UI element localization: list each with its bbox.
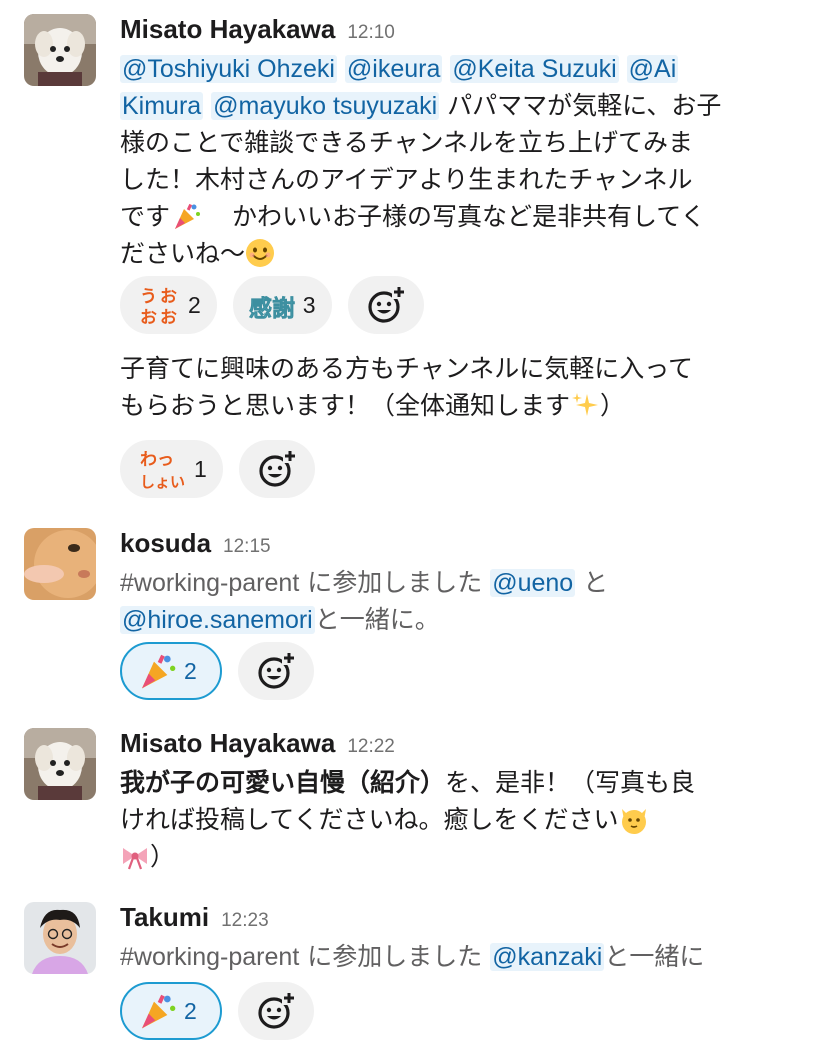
reaction-count: 1	[194, 455, 207, 482]
author-name[interactable]: kosuda	[120, 528, 211, 559]
mention[interactable]: @ueno	[490, 569, 576, 597]
channel-link[interactable]: #working-parent	[120, 943, 299, 971]
add-reaction-button[interactable]	[238, 440, 315, 498]
text-segment: に参加しました	[307, 568, 483, 597]
timestamp[interactable]: 12:10	[347, 22, 395, 44]
text-segment: もらおうと思います！（全体通知します	[120, 391, 571, 420]
cat-face-icon	[621, 809, 646, 834]
reaction-count: 2	[188, 291, 201, 318]
text-segment: ださいね〜	[120, 239, 246, 268]
system-message: #working-parent に参加しました @kanzakiと一緒に	[120, 938, 810, 975]
timestamp[interactable]: 12:23	[221, 910, 269, 932]
person-avatar-icon	[24, 902, 96, 974]
timestamp[interactable]: 12:15	[223, 536, 271, 558]
text-segment: 子育てに興味のある方もチャンネルに気軽に入って	[120, 354, 694, 383]
reaction-count: 3	[302, 291, 316, 318]
text-segment: 様のことで雑談できるチャンネルを立ち上げてみま	[120, 128, 694, 157]
svg-text:お: お	[140, 308, 157, 327]
add-emoji-icon	[367, 285, 406, 323]
mention[interactable]: @Keita Suzuki	[450, 55, 619, 83]
svg-text:お: お	[160, 287, 177, 307]
add-emoji-icon	[258, 991, 296, 1029]
author-name[interactable]: Misato Hayakawa	[120, 14, 335, 45]
party-popper-icon	[142, 654, 176, 689]
text-segment: と	[583, 568, 609, 597]
text-segment: ければ投稿してくださいね。癒しをください	[120, 805, 619, 834]
avatar[interactable]	[24, 14, 96, 86]
add-reaction-button[interactable]	[238, 642, 314, 700]
mention[interactable]: @hiroe.sanemori	[120, 606, 315, 634]
author-name[interactable]: Misato Hayakawa	[120, 728, 335, 759]
text-segment: と一緒に。	[314, 605, 440, 634]
text-segment: を、是非！（写真も良	[445, 768, 696, 797]
dog-avatar-icon	[24, 14, 96, 86]
uooo-icon: う お お お	[140, 287, 177, 327]
reaction-kansha[interactable]: 感謝 3	[232, 276, 332, 334]
svg-text:感謝: 感謝	[249, 295, 295, 322]
avatar[interactable]	[24, 902, 96, 974]
mention[interactable]: Kimura	[120, 92, 204, 120]
add-emoji-icon	[258, 651, 296, 689]
add-reaction-button[interactable]	[238, 982, 314, 1040]
bold-text: 我が子の可愛い自慢（紹介）	[120, 768, 446, 797]
sparkles-icon	[572, 393, 599, 416]
cat-avatar-icon	[24, 528, 96, 600]
dog-avatar-icon	[24, 728, 96, 800]
party-popper-icon	[142, 994, 176, 1029]
reaction-wasshoi[interactable]: わっ しょい 1	[120, 440, 223, 498]
reaction-uooo[interactable]: う お お お 2	[120, 276, 217, 334]
text-segment: と一緒に	[604, 942, 705, 971]
text-segment: です	[120, 202, 171, 231]
reaction-count: 2	[184, 657, 197, 684]
avatar[interactable]	[24, 528, 96, 600]
text-segment: ）	[600, 391, 626, 420]
ribbon-icon	[123, 848, 147, 870]
system-message: #working-parent に参加しました @ueno と @hiroe.s…	[120, 564, 810, 638]
reaction-party[interactable]: 2	[120, 982, 222, 1040]
text-segment: した！木村さんのアイデアより生まれたチャンネル	[120, 165, 693, 194]
mention[interactable]: @Toshiyuki Ohzeki	[120, 55, 337, 83]
author-name[interactable]: Takumi	[120, 902, 209, 933]
mention[interactable]: @mayuko tsuyuzaki	[211, 92, 440, 120]
reaction-party[interactable]: 2	[120, 642, 222, 700]
text-segment: に参加しました	[307, 942, 483, 971]
add-emoji-icon	[259, 449, 297, 487]
avatar[interactable]	[24, 728, 96, 800]
channel-link[interactable]: #working-parent	[120, 569, 299, 597]
followup-text: 子育てに興味のある方もチャンネルに気軽に入って もらおうと思います！（全体通知し…	[120, 350, 810, 424]
smile-icon	[246, 239, 275, 267]
svg-text:わっ: わっ	[140, 450, 174, 470]
wasshoi-icon: わっ しょい	[140, 450, 185, 491]
message-text: @Toshiyuki Ohzeki @ikeura @Keita Suzuki …	[120, 50, 810, 272]
text-segment: ）	[150, 842, 176, 871]
message-text: 我が子の可愛い自慢（紹介）を、是非！（写真も良 ければ投稿してくださいね。癒しを…	[120, 764, 810, 875]
reaction-count: 2	[184, 997, 197, 1024]
text-segment: かわいいお子様の写真など是非共有してく	[232, 202, 706, 231]
timestamp[interactable]: 12:22	[347, 736, 395, 758]
text-segment: パパママが気軽に、お子	[447, 91, 722, 120]
party-popper-icon	[175, 203, 201, 229]
svg-text:う: う	[140, 287, 157, 307]
add-reaction-button[interactable]	[347, 276, 424, 334]
svg-text:お: お	[160, 308, 177, 327]
mention[interactable]: @ikeura	[344, 55, 443, 83]
svg-text:しょい: しょい	[140, 473, 185, 491]
kansha-icon: 感謝	[249, 295, 295, 323]
mention[interactable]: @kanzaki	[490, 943, 605, 971]
mention[interactable]: @Ai	[626, 55, 679, 83]
